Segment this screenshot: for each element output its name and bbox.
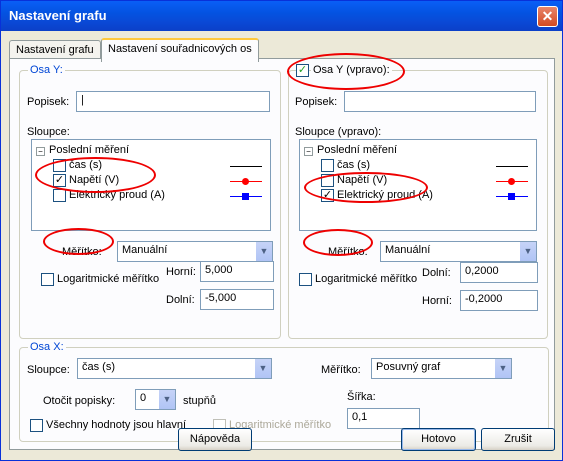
y-axis-legend: Osa Y: [28,64,65,76]
x-axis-legend: Osa X: [28,341,66,353]
y-columns-tree[interactable]: − Poslední měření čas (s) ✓ Napětí (V) E… [31,139,271,231]
y-right-axis-legend: Osa Y (vpravo): [311,64,392,76]
y-log-checkbox[interactable] [41,273,54,286]
series-line-black [496,166,528,167]
x-sloupce-label: Sloupce: [27,364,70,376]
y-log-label: Logaritmické měřítko [57,273,160,285]
y-meritko-select[interactable]: Manuální ▼ [117,241,273,262]
yr-item-cas-checkbox[interactable] [321,159,334,172]
y-horni-input[interactable]: 5,000 [200,261,274,282]
y-popisek-input[interactable]: | [76,91,270,112]
yr-item-cas-label: čas (s) [337,159,370,171]
tree-root: Poslední měření [49,144,130,156]
ok-button[interactable]: Hotovo [401,428,476,451]
y-right-axis-group: ✓ Osa Y (vpravo): Popisek: Sloupce (vpra… [288,64,548,339]
yr-item-proud-checkbox[interactable]: ✓ [321,189,334,202]
x-sirka-input[interactable]: 0,1 [347,408,420,429]
y-popisek-label: Popisek: [27,96,70,108]
yr-item-napeti-label: Napětí (V) [337,174,388,186]
y-item-napeti-label: Napětí (V) [69,174,120,186]
collapse-icon[interactable]: − [36,147,45,156]
yr-dolni-label: Dolní: [422,267,451,279]
y-meritko-value: Manuální [122,244,168,256]
series-marker-square [242,193,249,200]
collapse-icon[interactable]: − [304,147,313,156]
yr-horni-input[interactable]: -0,2000 [460,290,538,311]
chevron-down-icon: ▼ [255,242,272,261]
yr-horni-label: Horní: [422,295,452,307]
tab-label: Nastavení souřadnicových os [108,43,252,55]
x-stupnu-label: stupňů [183,395,217,407]
yr-log-label: Logaritmické měřítko [315,273,418,285]
yr-meritko-select[interactable]: Manuální ▼ [380,241,537,262]
x-otocit-select[interactable]: 0 ▼ [135,389,176,410]
x-otocit-label: Otočit popisky: [43,395,116,407]
yr-item-proud-label: Elektrický proud (A) [337,189,433,201]
x-vsechny-label: Všechny hodnoty jsou hlavní [46,419,187,431]
yr-dolni-input[interactable]: 0,2000 [460,262,538,283]
yr-popisek-label: Popisek: [295,96,338,108]
y-item-cas-checkbox[interactable] [53,159,66,172]
x-sloupce-value: čas (s) [82,361,115,373]
help-button[interactable]: Nápověda [178,428,252,451]
y-meritko-label: Měřítko: [62,246,102,258]
yr-log-checkbox[interactable] [299,273,312,286]
y-axis-group: Osa Y: Popisek: | Sloupce: − Poslední mě… [19,64,281,339]
y-item-cas-label: čas (s) [69,159,102,171]
yr-meritko-label: Měřítko: [328,246,368,258]
y-dolni-label: Dolní: [166,294,195,306]
yr-item-napeti-checkbox[interactable] [321,174,334,187]
chevron-down-icon: ▼ [494,359,511,378]
y-sloupce-label: Sloupce: [27,126,70,138]
yr-meritko-value: Manuální [385,244,431,256]
yr-columns-tree[interactable]: − Poslední měření čas (s) Napětí (V) ✓ E… [299,139,537,231]
y-right-enable-checkbox[interactable]: ✓ [296,64,309,77]
y-dolni-input[interactable]: -5,000 [200,289,274,310]
yr-popisek-input[interactable] [344,91,536,112]
dialog-window: Nastavení grafu ✕ Nastavení grafu Nastav… [0,0,563,461]
tab-panel: Osa Y: Popisek: | Sloupce: − Poslední mě… [9,58,555,450]
tab-label: Nastavení grafu [16,44,94,56]
close-button[interactable]: ✕ [537,6,558,27]
chevron-down-icon: ▼ [519,242,536,261]
series-marker-dot [242,178,249,185]
title-bar: Nastavení grafu ✕ [1,1,562,31]
chevron-down-icon: ▼ [254,359,271,378]
y-item-proud-checkbox[interactable] [53,189,66,202]
window-title: Nastavení grafu [9,8,107,23]
x-meritko-label: Měřítko: [321,364,361,376]
tab-nastaveni-os[interactable]: Nastavení souřadnicových os [101,38,259,62]
cancel-button[interactable]: Zrušit [481,428,555,451]
y-horni-label: Horní: [166,266,196,278]
x-sirka-label: Šířka: [347,391,376,403]
x-vsechny-checkbox[interactable] [30,419,43,432]
x-otocit-value: 0 [140,392,147,404]
series-marker-dot [508,178,515,185]
series-marker-square [508,193,515,200]
x-meritko-select[interactable]: Posuvný graf ▼ [371,358,512,379]
yr-sloupce-label: Sloupce (vpravo): [295,126,382,138]
y-item-napeti-checkbox[interactable]: ✓ [53,174,66,187]
y-item-proud-label: Elektrický proud (A) [69,189,165,201]
x-sloupce-select[interactable]: čas (s) ▼ [77,358,272,379]
series-line-black [230,166,262,167]
tree-root: Poslední měření [317,144,398,156]
x-meritko-value: Posuvný graf [376,361,441,373]
chevron-down-icon: ▼ [158,390,175,409]
dialog-body: Nastavení grafu Nastavení souřadnicových… [4,31,559,458]
